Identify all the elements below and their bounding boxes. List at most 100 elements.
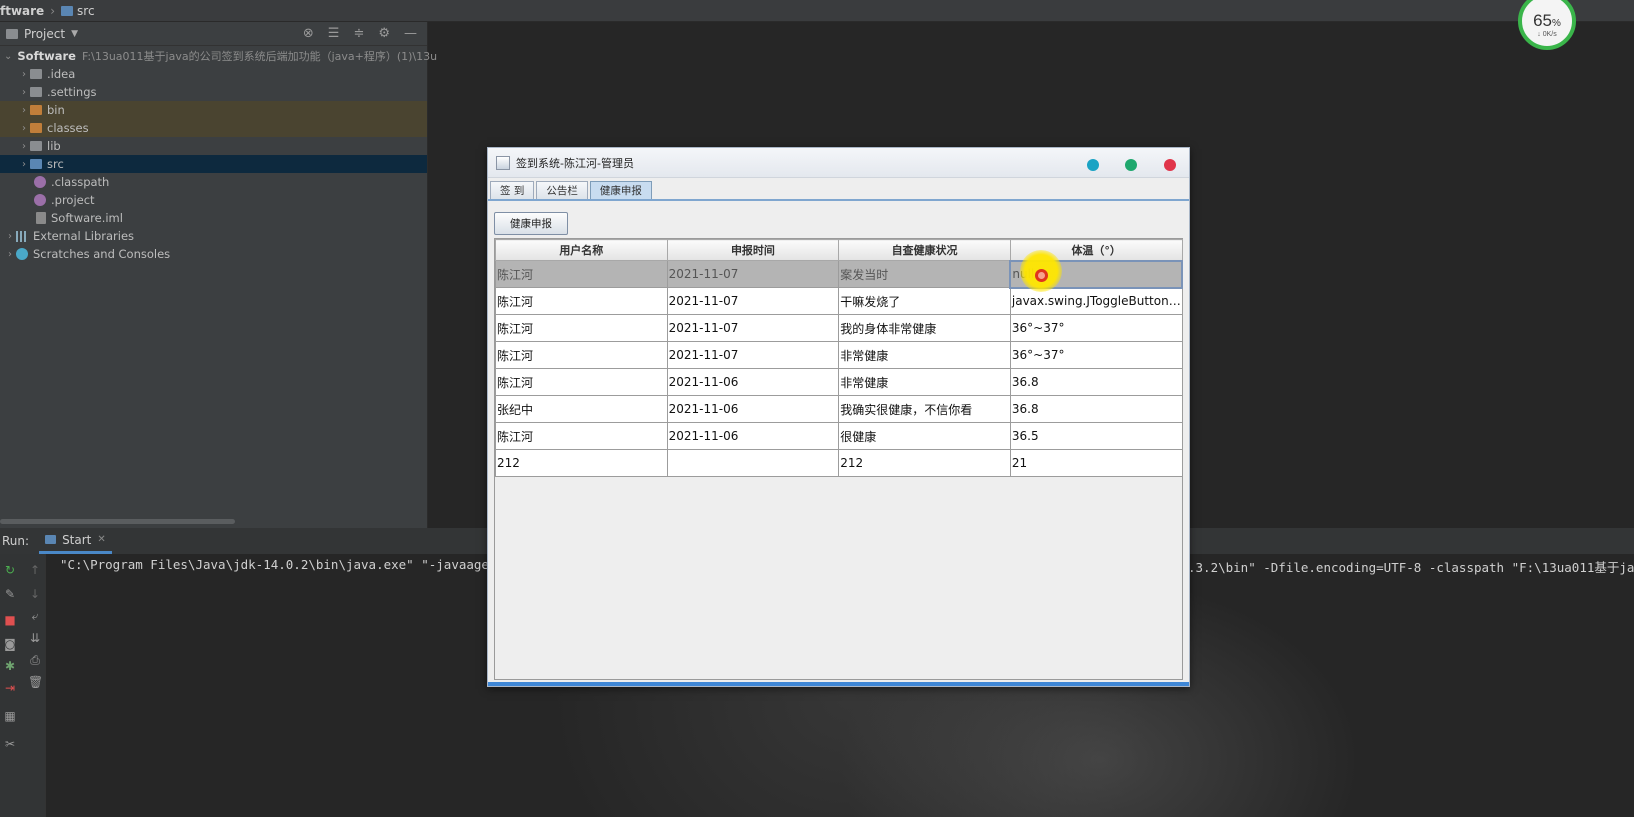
health-report-button[interactable]: 健康申报 (494, 212, 568, 235)
chevron-right-icon[interactable]: › (18, 69, 30, 80)
cell-username[interactable]: 陈江河 (495, 260, 668, 288)
tree-item-classpath[interactable]: .classpath (0, 173, 427, 191)
cell-temperature[interactable]: 36°~37° (1009, 314, 1183, 342)
cell-report-time[interactable]: 2021-11-07 (666, 287, 840, 315)
tree-item-lib[interactable]: › lib (0, 137, 427, 155)
cell-health-status[interactable]: 非常健康 (838, 341, 1011, 369)
tree-item-scratches[interactable]: › Scratches and Consoles (0, 245, 427, 263)
cell-health-status[interactable]: 非常健康 (838, 368, 1011, 396)
exit-icon[interactable]: ⇥ (3, 682, 17, 694)
cell-username[interactable]: 陈江河 (495, 368, 668, 396)
cell-health-status[interactable]: 案发当时 (838, 260, 1011, 288)
arrow-down-icon[interactable]: ↓ (28, 588, 42, 600)
project-view-selector[interactable]: Project (24, 27, 65, 41)
stop-icon[interactable]: ■ (3, 614, 17, 626)
close-icon[interactable]: ✕ (97, 534, 105, 545)
console-output[interactable]: "C:\Program Files\Java\jdk-14.0.2\bin\ja… (60, 557, 512, 572)
cell-temperature[interactable]: 36.8 (1009, 368, 1183, 396)
tree-item-external-libraries[interactable]: › External Libraries (0, 227, 427, 245)
tab-sign-in[interactable]: 签 到 (490, 181, 535, 199)
cell-health-status[interactable]: 干嘛发烧了 (838, 287, 1011, 315)
tree-item-idea[interactable]: › .idea (0, 65, 427, 83)
pin-icon[interactable]: ✂ (3, 738, 17, 750)
table-row[interactable]: 212 212 21 (495, 449, 1183, 477)
tab-health-report[interactable]: 健康申报 (589, 181, 652, 199)
cell-health-status[interactable]: 很健康 (838, 422, 1011, 450)
horizontal-scrollbar[interactable] (0, 519, 235, 524)
cell-username[interactable]: 陈江河 (495, 314, 668, 342)
chevron-right-icon[interactable]: › (18, 159, 30, 170)
arrow-up-icon[interactable]: ↑ (28, 564, 42, 576)
window-titlebar[interactable]: 签到系统-陈江河-管理员 (488, 148, 1189, 178)
cell-health-status[interactable]: 我确实很健康，不信你看 (838, 395, 1011, 423)
breadcrumb-project[interactable]: ftware (0, 4, 44, 18)
breadcrumb-folder[interactable]: src (61, 4, 95, 18)
cell-health-status[interactable]: 我的身体非常健康 (838, 314, 1011, 342)
table-row[interactable]: 陈江河 2021-11-07 干嘛发烧了 javax.swing.JToggle… (495, 287, 1183, 315)
hide-icon[interactable]: — (404, 26, 417, 41)
chevron-right-icon[interactable]: › (18, 105, 30, 116)
cell-temperature[interactable]: 36.8 (1009, 395, 1183, 423)
run-tab-start[interactable]: Start ✕ (39, 528, 112, 554)
tree-item-iml[interactable]: Software.iml (0, 209, 427, 227)
cell-username[interactable]: 212 (495, 449, 668, 477)
cell-temperature[interactable]: 21 (1009, 449, 1183, 477)
locate-icon[interactable]: ⊗ (303, 26, 314, 41)
tree-item-settings[interactable]: › .settings (0, 83, 427, 101)
cell-health-status[interactable]: 212 (838, 449, 1011, 477)
table-row[interactable]: 陈江河 2021-11-07 非常健康 36°~37° (495, 341, 1183, 369)
cell-report-time[interactable] (666, 449, 840, 477)
tab-bulletin[interactable]: 公告栏 (536, 181, 588, 199)
cell-report-time[interactable]: 2021-11-07 (666, 260, 840, 288)
table-row[interactable]: 陈江河 2021-11-06 非常健康 36.8 (495, 368, 1183, 396)
cell-report-time[interactable]: 2021-11-06 (666, 395, 840, 423)
chevron-right-icon[interactable]: › (4, 231, 16, 242)
soft-wrap-icon[interactable]: ⤶ (28, 610, 42, 622)
console-output-tail[interactable]: .3.2\bin" -Dfile.encoding=UTF-8 -classpa… (1188, 557, 1634, 576)
cell-temperature[interactable]: 36.5 (1009, 422, 1183, 450)
print-icon[interactable]: ⎙ (28, 654, 42, 666)
chevron-right-icon[interactable]: › (18, 141, 30, 152)
debug-icon[interactable]: ✱ (3, 660, 17, 672)
minimize-button[interactable] (1087, 159, 1099, 171)
run-toolbar: ↻ ↑ ✎ ↓ ■ ⤶ ◙ ⇊ ✱ ⎙ ⇥ 🗑 ▦ ✂ (0, 554, 46, 817)
column-header-report-time[interactable]: 申报时间 (666, 239, 840, 261)
cell-username[interactable]: 陈江河 (495, 422, 668, 450)
table-row[interactable]: 张纪中 2021-11-06 我确实很健康，不信你看 36.8 (495, 395, 1183, 423)
tree-item-project[interactable]: .project (0, 191, 427, 209)
cell-report-time[interactable]: 2021-11-07 (666, 341, 840, 369)
tree-root[interactable]: ⌄ Software F:\13ua011基于java的公司签到系统后端加功能（… (0, 47, 437, 65)
expand-all-icon[interactable]: ☰ (328, 26, 340, 41)
cell-username[interactable]: 陈江河 (495, 287, 668, 315)
tree-item-bin[interactable]: › bin (0, 101, 427, 119)
table-row[interactable]: 陈江河 2021-11-07 我的身体非常健康 36°~37° (495, 314, 1183, 342)
close-button[interactable] (1164, 159, 1176, 171)
column-header-health-status[interactable]: 自查健康状况 (838, 239, 1011, 261)
tab-bar: 签 到 公告栏 健康申报 (490, 181, 652, 199)
cell-username[interactable]: 张纪中 (495, 395, 668, 423)
chevron-down-icon[interactable]: ▼ (71, 29, 78, 39)
chevron-down-icon[interactable]: ⌄ (4, 51, 12, 62)
rerun-icon[interactable]: ↻ (3, 564, 17, 576)
cell-report-time[interactable]: 2021-11-06 (666, 368, 840, 396)
gear-icon[interactable]: ⚙ (378, 26, 390, 41)
table-row[interactable]: 陈江河 2021-11-06 很健康 36.5 (495, 422, 1183, 450)
scroll-to-end-icon[interactable]: ⇊ (28, 632, 42, 644)
chevron-right-icon[interactable]: › (18, 123, 30, 134)
wrench-icon[interactable]: ✎ (3, 588, 17, 600)
chevron-right-icon[interactable]: › (18, 87, 30, 98)
collapse-all-icon[interactable]: ≑ (353, 26, 364, 41)
maximize-button[interactable] (1125, 159, 1137, 171)
chevron-right-icon[interactable]: › (4, 249, 16, 260)
tree-item-classes[interactable]: › classes (0, 119, 427, 137)
table-row[interactable]: 陈江河 2021-11-07 案发当时 null (495, 259, 1183, 289)
cell-report-time[interactable]: 2021-11-07 (666, 314, 840, 342)
cell-username[interactable]: 陈江河 (495, 341, 668, 369)
cell-temperature[interactable]: 36°~37° (1009, 341, 1183, 369)
camera-icon[interactable]: ◙ (3, 638, 17, 650)
trash-icon[interactable]: 🗑 (28, 676, 43, 688)
layout-icon[interactable]: ▦ (3, 710, 17, 722)
column-header-username[interactable]: 用户名称 (495, 239, 668, 261)
cell-report-time[interactable]: 2021-11-06 (666, 422, 840, 450)
tree-item-src[interactable]: › src (0, 155, 427, 173)
